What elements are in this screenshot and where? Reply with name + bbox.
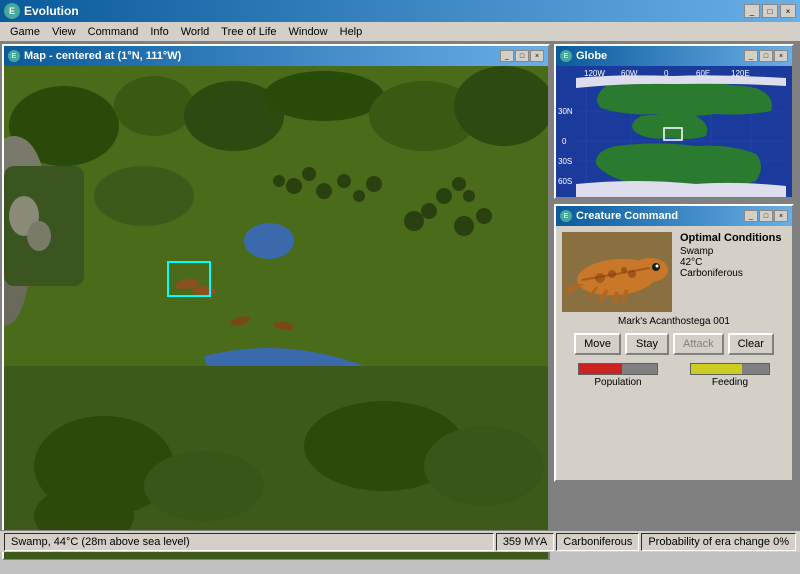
status-probability: Probability of era change 0%	[641, 533, 796, 551]
map-terrain	[4, 66, 548, 559]
move-button[interactable]: Move	[574, 333, 621, 355]
svg-text:30S: 30S	[558, 157, 572, 166]
creature-title-bar: E Creature Command _ □ ×	[556, 206, 792, 226]
menu-command[interactable]: Command	[82, 24, 145, 40]
map-window-icon: E	[8, 50, 20, 62]
map-window-buttons: _ □ ×	[500, 50, 544, 62]
optimal-temp: 42°C	[680, 257, 781, 268]
creature-close-button[interactable]: ×	[774, 210, 788, 222]
title-bar: E Evolution _ □ ×	[0, 0, 800, 22]
creature-image	[562, 232, 672, 312]
globe-maximize-button[interactable]: □	[759, 50, 773, 62]
menu-view[interactable]: View	[46, 24, 82, 40]
creature-info-row: Optimal Conditions Swamp 42°C Carbonifer…	[562, 232, 786, 312]
menu-game[interactable]: Game	[4, 24, 46, 40]
map-close-button[interactable]: ×	[530, 50, 544, 62]
map-content[interactable]	[4, 66, 548, 559]
globe-content[interactable]: 120W 60W 0 60E 120E 30N 0 30S 60S	[556, 66, 792, 197]
menu-window[interactable]: Window	[283, 24, 334, 40]
app-icon: E	[4, 3, 20, 19]
globe-window-title: Globe	[576, 50, 744, 62]
creature-command-window: E Creature Command _ □ ×	[554, 204, 794, 482]
globe-window-buttons: _ □ ×	[744, 50, 788, 62]
creature-name: Mark's Acanthostega 001	[562, 316, 786, 327]
status-era: Carboniferous	[556, 533, 639, 551]
globe-svg: 120W 60W 0 60E 120E 30N 0 30S 60S	[556, 66, 792, 197]
status-mya: 359 MYA	[496, 533, 554, 551]
creature-sprite	[562, 232, 672, 312]
attack-button[interactable]: Attack	[673, 333, 724, 355]
map-minimize-button[interactable]: _	[500, 50, 514, 62]
feeding-label: Feeding	[712, 377, 748, 388]
optimal-title: Optimal Conditions	[680, 232, 781, 244]
clear-button[interactable]: Clear	[728, 333, 774, 355]
creature-window-buttons: _ □ ×	[744, 210, 788, 222]
population-label: Population	[594, 377, 641, 388]
menu-info[interactable]: Info	[144, 24, 174, 40]
optimal-era: Carboniferous	[680, 268, 781, 279]
map-maximize-button[interactable]: □	[515, 50, 529, 62]
globe-window-icon: E	[560, 50, 572, 62]
map-window: E Map - centered at (1°N, 111°W) _ □ ×	[2, 44, 550, 560]
bars-row: Population Feeding	[562, 363, 786, 388]
map-window-title: Map - centered at (1°N, 111°W)	[24, 50, 500, 62]
creature-minimize-button[interactable]: _	[744, 210, 758, 222]
optimal-conditions: Optimal Conditions Swamp 42°C Carbonifer…	[680, 232, 781, 312]
globe-title-bar: E Globe _ □ ×	[556, 46, 792, 66]
creature-maximize-button[interactable]: □	[759, 210, 773, 222]
main-area: E Map - centered at (1°N, 111°W) _ □ ×	[0, 42, 800, 552]
creature-window-title: Creature Command	[576, 210, 744, 222]
maximize-button[interactable]: □	[762, 4, 778, 18]
creature-window-icon: E	[560, 210, 572, 222]
stay-button[interactable]: Stay	[625, 333, 669, 355]
menu-world[interactable]: World	[175, 24, 216, 40]
feeding-group: Feeding	[678, 363, 782, 388]
app-title: Evolution	[24, 4, 744, 18]
title-bar-buttons: _ □ ×	[744, 4, 796, 18]
menu-help[interactable]: Help	[334, 24, 369, 40]
feeding-bar-container	[690, 363, 770, 375]
minimize-button[interactable]: _	[744, 4, 760, 18]
creature-content: Optimal Conditions Swamp 42°C Carbonifer…	[556, 226, 792, 394]
svg-text:0: 0	[562, 137, 567, 146]
menu-bar: Game View Command Info World Tree of Lif…	[0, 22, 800, 42]
svg-text:60S: 60S	[558, 177, 572, 186]
optimal-biome: Swamp	[680, 246, 781, 257]
map-title-bar: E Map - centered at (1°N, 111°W) _ □ ×	[4, 46, 548, 66]
globe-minimize-button[interactable]: _	[744, 50, 758, 62]
status-bar: Swamp, 44°C (28m above sea level) 359 MY…	[0, 530, 800, 552]
svg-text:30N: 30N	[558, 107, 573, 116]
population-bar-container	[578, 363, 658, 375]
globe-window: E Globe _ □ × 120W 60W 0 60E 120E 30N 0	[554, 44, 794, 199]
menu-tree-of-life[interactable]: Tree of Life	[215, 24, 282, 40]
status-terrain: Swamp, 44°C (28m above sea level)	[4, 533, 494, 551]
population-group: Population	[566, 363, 670, 388]
population-bar	[579, 364, 622, 374]
feeding-bar	[691, 364, 742, 374]
close-button[interactable]: ×	[780, 4, 796, 18]
globe-close-button[interactable]: ×	[774, 50, 788, 62]
action-buttons: Move Stay Attack Clear	[562, 333, 786, 355]
